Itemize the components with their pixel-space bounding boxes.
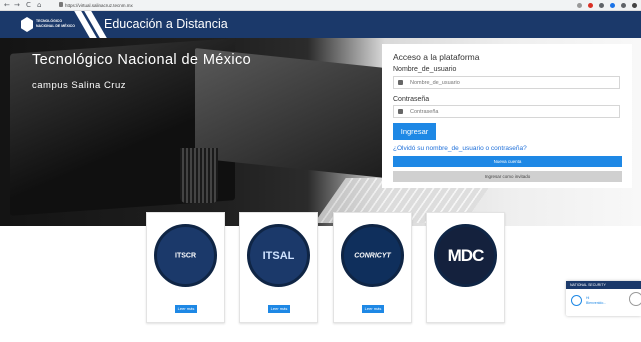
chat-widget[interactable]: NATIONAL SECURITY Hi Bienvenido...: [566, 281, 641, 316]
lock-icon: [398, 109, 403, 114]
back-icon[interactable]: ←: [4, 1, 10, 10]
logo-text: TECNOLÓGICO NACIONAL DE MÉXICO: [36, 19, 76, 28]
hero-title: Tecnológico Nacional de México: [32, 52, 252, 68]
home-icon[interactable]: ⌂: [37, 1, 41, 10]
read-more-button[interactable]: Leer más: [175, 305, 197, 313]
chat-open-button[interactable]: [629, 292, 641, 306]
browser-toolbar: ← → C ⌂ https://virtual.salinacruz.tecnm…: [0, 0, 641, 11]
extension-icon[interactable]: [599, 3, 604, 8]
login-heading: Acceso a la plataforma: [393, 52, 480, 62]
login-panel: Acceso a la plataforma Nombre_de_usuario…: [382, 44, 632, 188]
card-itsal: ITSAL Leer más: [239, 212, 318, 323]
star-icon[interactable]: [577, 3, 582, 8]
extension-icon[interactable]: [621, 3, 626, 8]
itsal-logo-icon[interactable]: ITSAL: [247, 224, 310, 287]
card-conricyt: CONRICYT Leer más: [333, 212, 412, 323]
forgot-password-link[interactable]: ¿Olvidó su nombre_de_usuario o contraseñ…: [393, 145, 527, 153]
chat-avatar-icon: [571, 295, 582, 306]
username-label: Nombre_de_usuario: [393, 66, 457, 73]
user-icon: [398, 80, 403, 85]
read-more-button[interactable]: Leer más: [268, 305, 290, 313]
address-bar[interactable]: https://virtual.salinacruz.tecnm.mx: [65, 2, 133, 9]
lock-icon: [59, 2, 63, 7]
site-header: TECNOLÓGICO NACIONAL DE MÉXICO Educación…: [0, 11, 641, 38]
username-input[interactable]: [410, 78, 615, 88]
login-button[interactable]: Ingresar: [393, 123, 436, 140]
extension-icon[interactable]: [588, 3, 593, 8]
guest-login-button[interactable]: Ingresar como invitado: [393, 171, 622, 182]
tecnm-logo-icon[interactable]: [21, 17, 33, 32]
card-mdc: MDC: [426, 212, 505, 323]
conricyt-logo-icon[interactable]: CONRICYT: [341, 224, 404, 287]
itscr-logo-icon[interactable]: ITSCR: [154, 224, 217, 287]
password-input[interactable]: [410, 107, 615, 117]
read-more-button[interactable]: Leer más: [362, 305, 384, 313]
hero-subtitle: campus Salina Cruz: [32, 80, 127, 91]
mdc-logo-icon[interactable]: MDC: [434, 224, 497, 287]
extension-icon[interactable]: [610, 3, 615, 8]
new-account-button[interactable]: Nueva cuenta: [393, 156, 622, 167]
header-stripes: [74, 11, 107, 38]
reload-icon[interactable]: C: [26, 1, 31, 10]
site-title[interactable]: Educación a Distancia: [104, 17, 228, 32]
card-itscr: ITSCR Leer más: [146, 212, 225, 323]
page: ← → C ⌂ https://virtual.salinacruz.tecnm…: [0, 0, 641, 342]
password-label: Contraseña: [393, 96, 430, 103]
hero-image-pen-holder: [180, 148, 218, 203]
username-field[interactable]: [393, 76, 620, 89]
profile-icon[interactable]: [632, 3, 637, 8]
chat-greeting: Hi: [586, 296, 590, 300]
chat-header: NATIONAL SECURITY: [566, 281, 641, 289]
password-field[interactable]: [393, 105, 620, 118]
forward-icon[interactable]: →: [14, 1, 20, 10]
chat-message: Bienvenido...: [586, 301, 607, 305]
